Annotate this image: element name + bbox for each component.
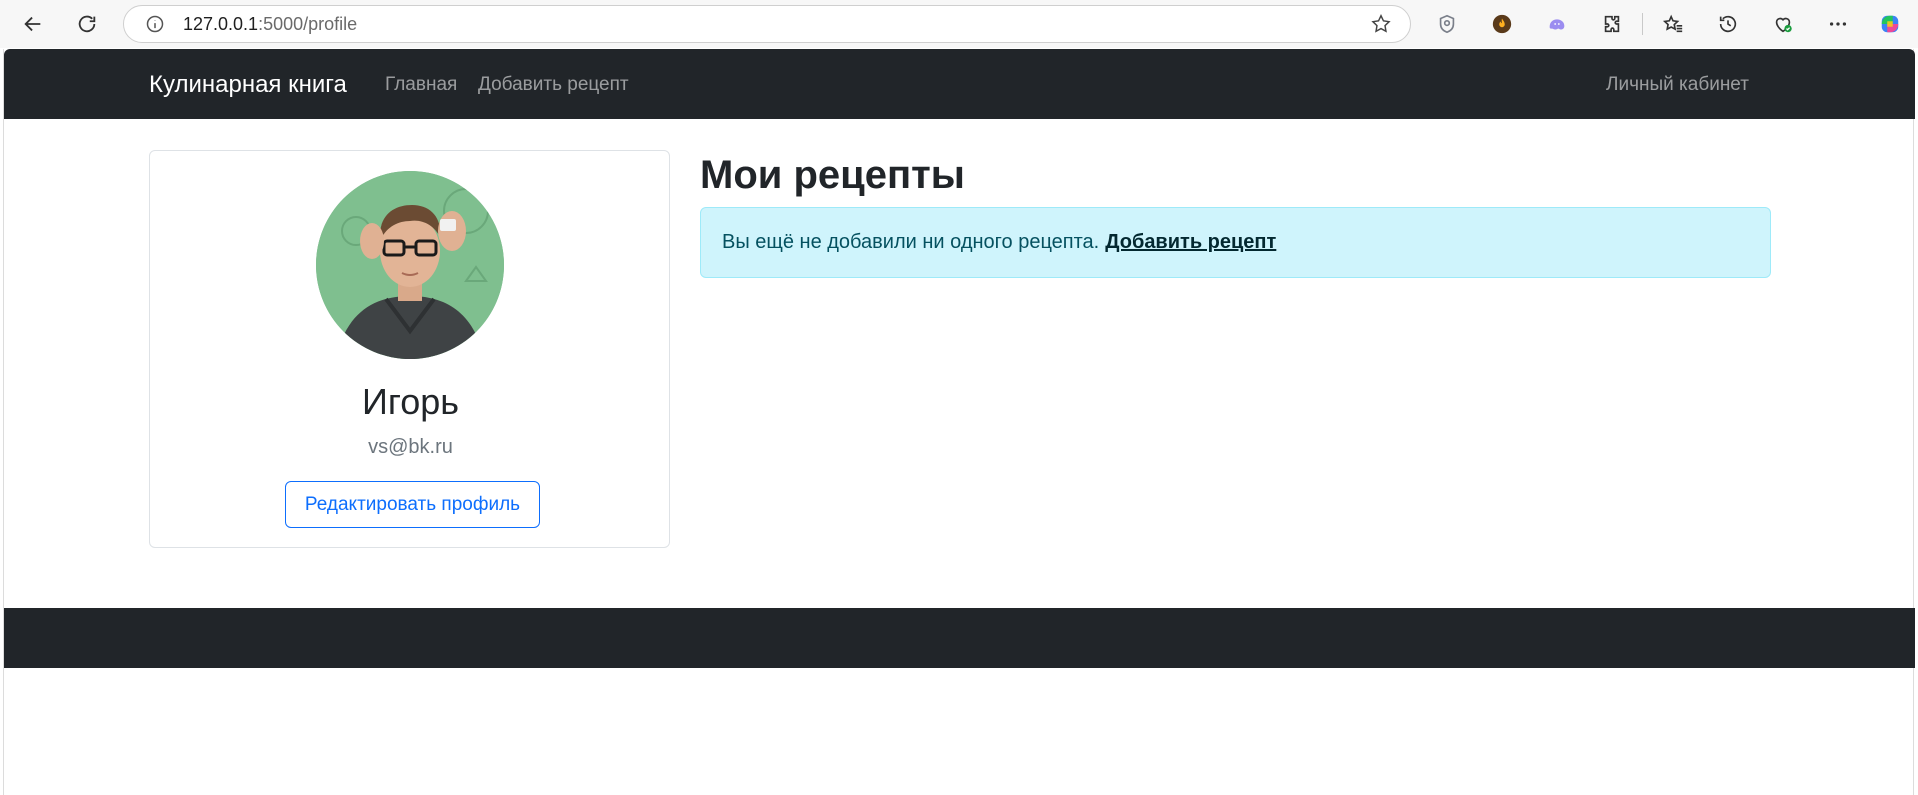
more-menu-icon[interactable] — [1825, 11, 1851, 37]
url-host: 127.0.0.1 — [183, 13, 259, 34]
site-info-icon[interactable] — [145, 14, 165, 34]
copilot-icon[interactable] — [1877, 11, 1903, 37]
extensions-puzzle-icon[interactable] — [1599, 11, 1625, 37]
browser-toolbar: 127.0.0.1:5000/profile — [0, 0, 1918, 48]
site-footer — [4, 608, 1915, 668]
url-path: :5000/profile — [258, 13, 358, 34]
empty-recipes-message: Вы ещё не добавили ни одного рецепта. — [722, 231, 1100, 253]
extension-flame-icon[interactable] — [1489, 11, 1515, 37]
favorite-star-icon[interactable] — [1370, 13, 1392, 35]
empty-recipes-alert: Вы ещё не добавили ни одного рецепта. До… — [700, 207, 1771, 278]
nav-link-add-recipe[interactable]: Добавить рецепт — [478, 74, 629, 96]
profile-email: vs@bk.ru — [368, 436, 453, 458]
profile-name: Игорь — [361, 381, 459, 422]
edit-profile-button[interactable]: Редактировать профиль — [285, 481, 540, 528]
my-recipes-heading: Мои рецепты — [700, 153, 965, 197]
extension-ghost-icon[interactable] — [1544, 11, 1570, 37]
page-viewport: Кулинарная книга Главная Добавить рецепт… — [3, 49, 1915, 795]
profile-card: Игорь vs@bk.ru Редактировать профиль — [149, 150, 670, 548]
add-recipe-link[interactable]: Добавить рецепт — [1105, 231, 1276, 254]
nav-link-personal-cabinet[interactable]: Личный кабинет — [1606, 74, 1749, 96]
nav-link-home[interactable]: Главная — [385, 74, 457, 96]
back-icon[interactable] — [16, 8, 50, 40]
favorites-icon[interactable] — [1660, 11, 1686, 37]
reload-icon[interactable] — [70, 8, 104, 40]
url-text[interactable]: 127.0.0.1:5000/profile — [183, 14, 357, 35]
health-heart-icon[interactable] — [1770, 11, 1796, 37]
site-navbar: Кулинарная книга Главная Добавить рецепт… — [4, 49, 1915, 119]
address-bar[interactable]: 127.0.0.1:5000/profile — [123, 5, 1411, 43]
history-icon[interactable] — [1715, 11, 1741, 37]
shield-icon[interactable] — [1434, 11, 1460, 37]
avatar — [316, 171, 504, 359]
navbar-brand[interactable]: Кулинарная книга — [149, 71, 347, 99]
toolbar-separator — [1642, 13, 1643, 35]
